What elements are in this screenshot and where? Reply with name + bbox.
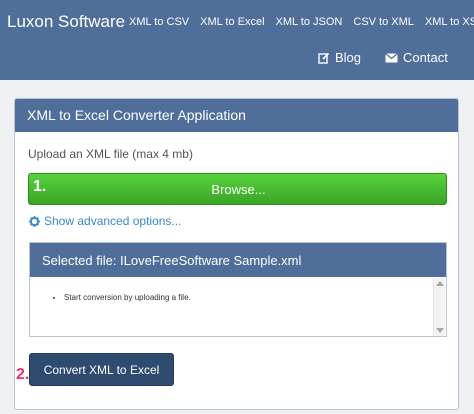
nav-link-csv-to-xml[interactable]: CSV to XML xyxy=(353,16,414,28)
scroll-up-icon[interactable] xyxy=(436,281,444,286)
step-two-marker: 2. xyxy=(16,366,30,383)
top-navbar: Luxon Software XML to CSV XML to Excel X… xyxy=(0,0,474,80)
nav-link-xml-to-xsd[interactable]: XML to XSD xyxy=(425,16,474,28)
selected-file-label: Selected file: ILoveFreeSoftware Sample.… xyxy=(42,253,302,268)
nav-contact-label: Contact xyxy=(403,50,448,65)
log-scrollbar[interactable] xyxy=(433,278,445,336)
page-title: XML to Excel Converter Application xyxy=(27,107,246,123)
brand-logo-text[interactable]: Luxon Software xyxy=(7,12,125,32)
log-item: Start conversion by uploading a file. xyxy=(64,293,191,302)
nav-links: XML to CSV XML to Excel XML to JSON CSV … xyxy=(129,16,474,28)
conversion-log: Start conversion by uploading a file. xyxy=(64,293,191,302)
envelope-icon xyxy=(385,52,398,62)
show-advanced-options-link[interactable]: Show advanced options... xyxy=(29,214,181,228)
nav-link-contact[interactable]: Contact xyxy=(385,50,448,65)
edit-icon xyxy=(318,52,330,64)
selected-file-heading: Selected file: ILoveFreeSoftware Sample.… xyxy=(30,243,446,277)
nav-link-blog[interactable]: Blog xyxy=(318,50,361,65)
gear-icon xyxy=(29,215,40,227)
panel-heading: XML to Excel Converter Application xyxy=(15,99,458,132)
nav-link-xml-to-json[interactable]: XML to JSON xyxy=(276,16,343,28)
browse-button[interactable]: Browse... xyxy=(28,173,447,205)
selected-file-box: Selected file: ILoveFreeSoftware Sample.… xyxy=(29,242,447,337)
advanced-options-label: Show advanced options... xyxy=(44,214,182,228)
nav-link-xml-to-excel[interactable]: XML to Excel xyxy=(200,16,264,28)
convert-button-label: Convert XML to Excel xyxy=(43,363,160,377)
browse-button-label: Browse... xyxy=(211,182,266,197)
nav-link-xml-to-csv[interactable]: XML to CSV xyxy=(129,16,189,28)
convert-xml-to-excel-button[interactable]: Convert XML to Excel xyxy=(29,353,174,386)
step-one-marker: 1. xyxy=(33,178,47,195)
scroll-down-icon[interactable] xyxy=(436,328,444,333)
nav-blog-label: Blog xyxy=(335,50,362,65)
upload-label: Upload an XML file (max 4 mb) xyxy=(28,147,193,161)
